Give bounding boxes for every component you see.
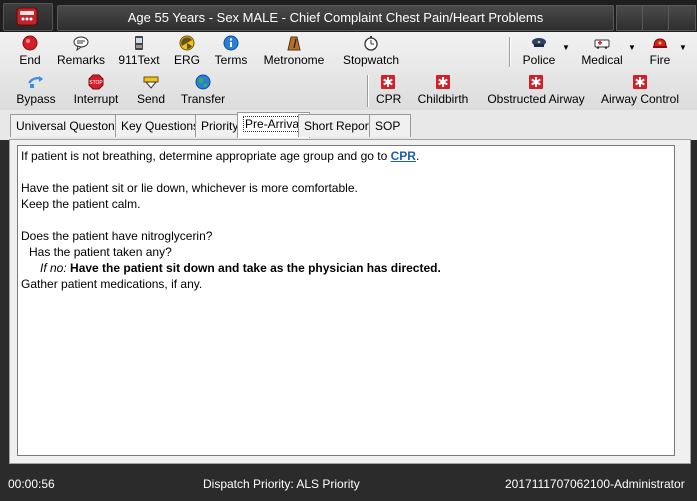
tab-label: Universal Questons [16,119,121,133]
terms-button[interactable]: Terms [212,35,250,67]
cpr-label: CPR [376,92,402,106]
question-line: Does the patient have nitroglycerin? [21,229,213,243]
toolbar-divider [509,37,510,67]
tab-label: Short Report [304,119,373,133]
chevron-down-icon[interactable]: ▼ [628,43,636,52]
toolbar-divider [367,75,368,107]
tab-universal-questons[interactable]: Universal Questons [10,114,127,137]
tab-label: SOP [375,119,401,133]
hazard-icon [179,35,195,51]
police-label: Police [522,53,556,67]
erg-label: ERG [173,53,200,67]
bypass-label: Bypass [16,92,56,106]
instruction-text: If patient is not breathing, determine a… [21,149,391,163]
globe-icon [195,74,211,90]
call-timer: 00:00:56 [8,477,55,491]
cpr-link[interactable]: CPR [391,149,416,163]
instruction-line: Keep the patient calm. [21,197,141,211]
red-circle-icon [22,35,38,51]
case-user: 20171117070621​00-Administrator [505,477,685,491]
svg-text:STOP: STOP [89,80,103,86]
speech-bubble-icon [73,36,89,51]
instruction-text: . [415,149,420,163]
tab-short-report[interactable]: Short Report [298,114,379,137]
interrupt-label: Interrupt [73,92,119,106]
end-button[interactable]: End [14,35,46,67]
metronome-icon [287,36,301,51]
stopwatch-label: Stopwatch [342,53,400,67]
stopwatch-button[interactable]: Stopwatch [340,35,402,67]
conditional-instruction: If no: Have the patient sit down and tak… [40,261,441,275]
chevron-down-icon[interactable]: ▼ [562,43,570,52]
instruction-line: If patient is not breathing, determine a… [21,149,419,163]
tab-label: Key Questions [121,119,200,133]
childbirth-label: Childbirth [417,92,469,106]
airway-control-button[interactable]: Airway Control [600,74,680,106]
send-label: Send [136,92,166,106]
question-line: Has the patient taken any? [29,245,172,259]
fire-label: Fire [649,53,671,67]
erg-button[interactable]: ERG [172,35,202,67]
interrupt-button[interactable]: STOP Interrupt [70,74,122,106]
bypass-button[interactable]: Bypass [15,74,57,106]
send-icon [143,76,159,89]
stopwatch-icon [364,36,378,51]
phone-text-icon [135,36,143,50]
medical-star-icon [436,75,450,89]
metronome-label: Metronome [263,53,325,67]
911text-button[interactable]: 911Text [117,35,161,67]
chevron-down-icon[interactable]: ▼ [679,43,687,52]
send-button[interactable]: Send [136,74,166,106]
condition-label: If no: [40,261,67,275]
airway-control-label: Airway Control [600,92,680,106]
medical-star-icon [381,75,395,89]
end-label: End [19,53,41,67]
transfer-button[interactable]: Transfer [180,74,226,106]
police-button[interactable]: Police [520,35,558,67]
fire-helmet-icon [653,38,667,48]
bypass-arrow-icon [28,76,43,88]
medical-button[interactable]: Medical [579,35,625,67]
medical-label: Medical [581,53,623,67]
police-hat-icon [532,38,546,47]
instruction-line: Have the patient sit or lie down, whiche… [21,181,358,195]
stop-sign-icon: STOP [88,74,104,90]
minimize-button[interactable] [616,5,644,31]
remarks-label: Remarks [56,53,105,67]
obstructed-airway-label: Obstructed Airway [487,92,585,106]
status-bar: 00:00:56 Dispatch Priority: ALS Priority… [0,471,697,501]
instruction-line: Gather patient medications, if any. [21,277,203,291]
info-icon [223,35,239,51]
close-button[interactable] [668,5,696,31]
obstructed-airway-button[interactable]: Obstructed Airway [486,74,586,106]
tab-label: Pre-Arrival [243,116,304,132]
metronome-button[interactable]: Metronome [262,35,326,67]
tab-sop[interactable]: SOP [369,114,411,137]
window-title: Age 55 Years - Sex MALE - Chief Complain… [57,5,614,31]
pre-arrival-instructions: If patient is not breathing, determine a… [17,145,675,456]
fire-button[interactable]: Fire [645,35,675,67]
tab-label: Priority [201,119,239,133]
transfer-label: Transfer [180,92,226,106]
terms-label: Terms [214,53,248,67]
app-phone-icon[interactable] [3,3,53,31]
911text-label: 911Text [118,53,160,67]
ambulance-icon [594,39,610,49]
tab-key-questions[interactable]: Key Questions [115,114,206,137]
remarks-button[interactable]: Remarks [56,35,106,67]
medical-star-icon [633,75,647,89]
medical-star-icon [529,75,543,89]
cpr-button[interactable]: CPR [376,74,402,106]
dispatch-priority: Dispatch Priority: ALS Priority [203,477,360,491]
childbirth-button[interactable]: Childbirth [414,74,472,106]
maximize-button[interactable] [642,5,670,31]
instruction-text: Have the patient sit down and take as th… [70,261,441,275]
